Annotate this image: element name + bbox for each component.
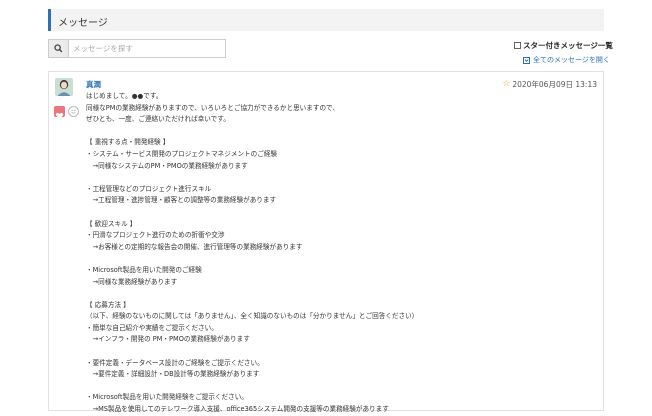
message-line [86, 381, 596, 393]
message-timestamp: ☆ 2020年06月09日 13:13 [502, 79, 597, 90]
message-line: ぜひとも、一度、ご連絡いただければ幸いです。 [86, 115, 230, 124]
like-button[interactable] [54, 106, 65, 119]
reaction-button[interactable] [68, 106, 79, 117]
open-all-label: 全てのメッセージを開く [533, 56, 610, 64]
message-line: →お客様との定期的な報告会の開催、進行管理等の業務経験があります [86, 242, 303, 251]
message-line: はじめまして。●●です。 [86, 92, 163, 100]
timestamp-text: 2020年06月09日 13:13 [512, 80, 597, 89]
message-line: ・システム・サービス開発のプロジェクトマネジメントのご経験 [86, 149, 278, 158]
message-line: ・簡単な自己紹介や実績をご提示ください。 [86, 323, 218, 332]
page-title: メッセージ [58, 18, 108, 29]
search-input[interactable] [69, 40, 231, 57]
avatar[interactable] [55, 78, 73, 96]
sender-name[interactable]: 真潤 [86, 79, 101, 90]
message-body: はじめまして。●●です。同様なPMの業務経験がありますので、いろいろとご協力がで… [86, 91, 596, 416]
message-line [86, 126, 596, 138]
message-item: 真潤 ☆ 2020年06月09日 13:13 はじめまして。●●です。同様なPM… [48, 71, 604, 413]
page-header: メッセージ [48, 9, 604, 31]
message-line: 同様なPMの業務経験がありますので、いろいろとご協力ができるかと思いますので、 [86, 103, 339, 112]
starred-filter-label: スター付きメッセージ一覧 [523, 41, 613, 50]
message-line: （以下、経験のないものに関しては「ありません」、全く知識のないものは「分かりませ… [86, 312, 419, 321]
smile-icon [71, 110, 76, 114]
starred-checkbox[interactable] [514, 42, 521, 49]
message-line: →インフラ・開発の PM・PMOの業務経験があります [86, 335, 250, 344]
star-icon[interactable]: ☆ [502, 80, 510, 89]
message-line [86, 346, 596, 358]
message-line [86, 172, 596, 184]
starred-filter[interactable]: スター付きメッセージ一覧 [514, 40, 613, 51]
message-line: ・工程管理などのプロジェクト進行スキル [86, 184, 212, 193]
message-line: →MS製品を使用してのテレワーク導入支援、office365システム開発の支援等… [86, 405, 389, 414]
message-line: 【 応募方法 】 [86, 300, 130, 309]
message-line: ・要件定義・データベース設計のご経験をご提示ください。 [86, 358, 264, 367]
message-line [86, 207, 596, 219]
heart-icon [55, 112, 64, 119]
search-icon [54, 44, 63, 53]
message-line: ・Microsoft製品を用いた開発のご経験 [86, 265, 202, 274]
message-line [86, 253, 596, 265]
expand-icon [523, 56, 530, 64]
message-line: 【 重視する点・開発経験 】 [86, 138, 170, 147]
message-line: 【 歓迎スキル 】 [86, 219, 137, 228]
message-line: →同様なシステムのPM・PMOの業務経験があります [86, 161, 248, 170]
message-line: ・円滑なプロジェクト進行のための折衝や交渉 [86, 231, 225, 240]
message-line: →工程管理・進捗管理・顧客との調整等の業務経験があります [86, 196, 277, 205]
search-bar [48, 39, 231, 58]
message-line [86, 288, 596, 300]
message-line: →同様な業務経験があります [86, 277, 178, 286]
message-line: →要件定義・詳細設計・DB設計等の業務経験があります [86, 370, 260, 379]
message-line: ・Microsoft製品を用いた開発経験をご提示ください。 [86, 393, 248, 402]
search-button[interactable] [49, 40, 69, 57]
open-all-link[interactable]: 全てのメッセージを開く [523, 55, 610, 65]
